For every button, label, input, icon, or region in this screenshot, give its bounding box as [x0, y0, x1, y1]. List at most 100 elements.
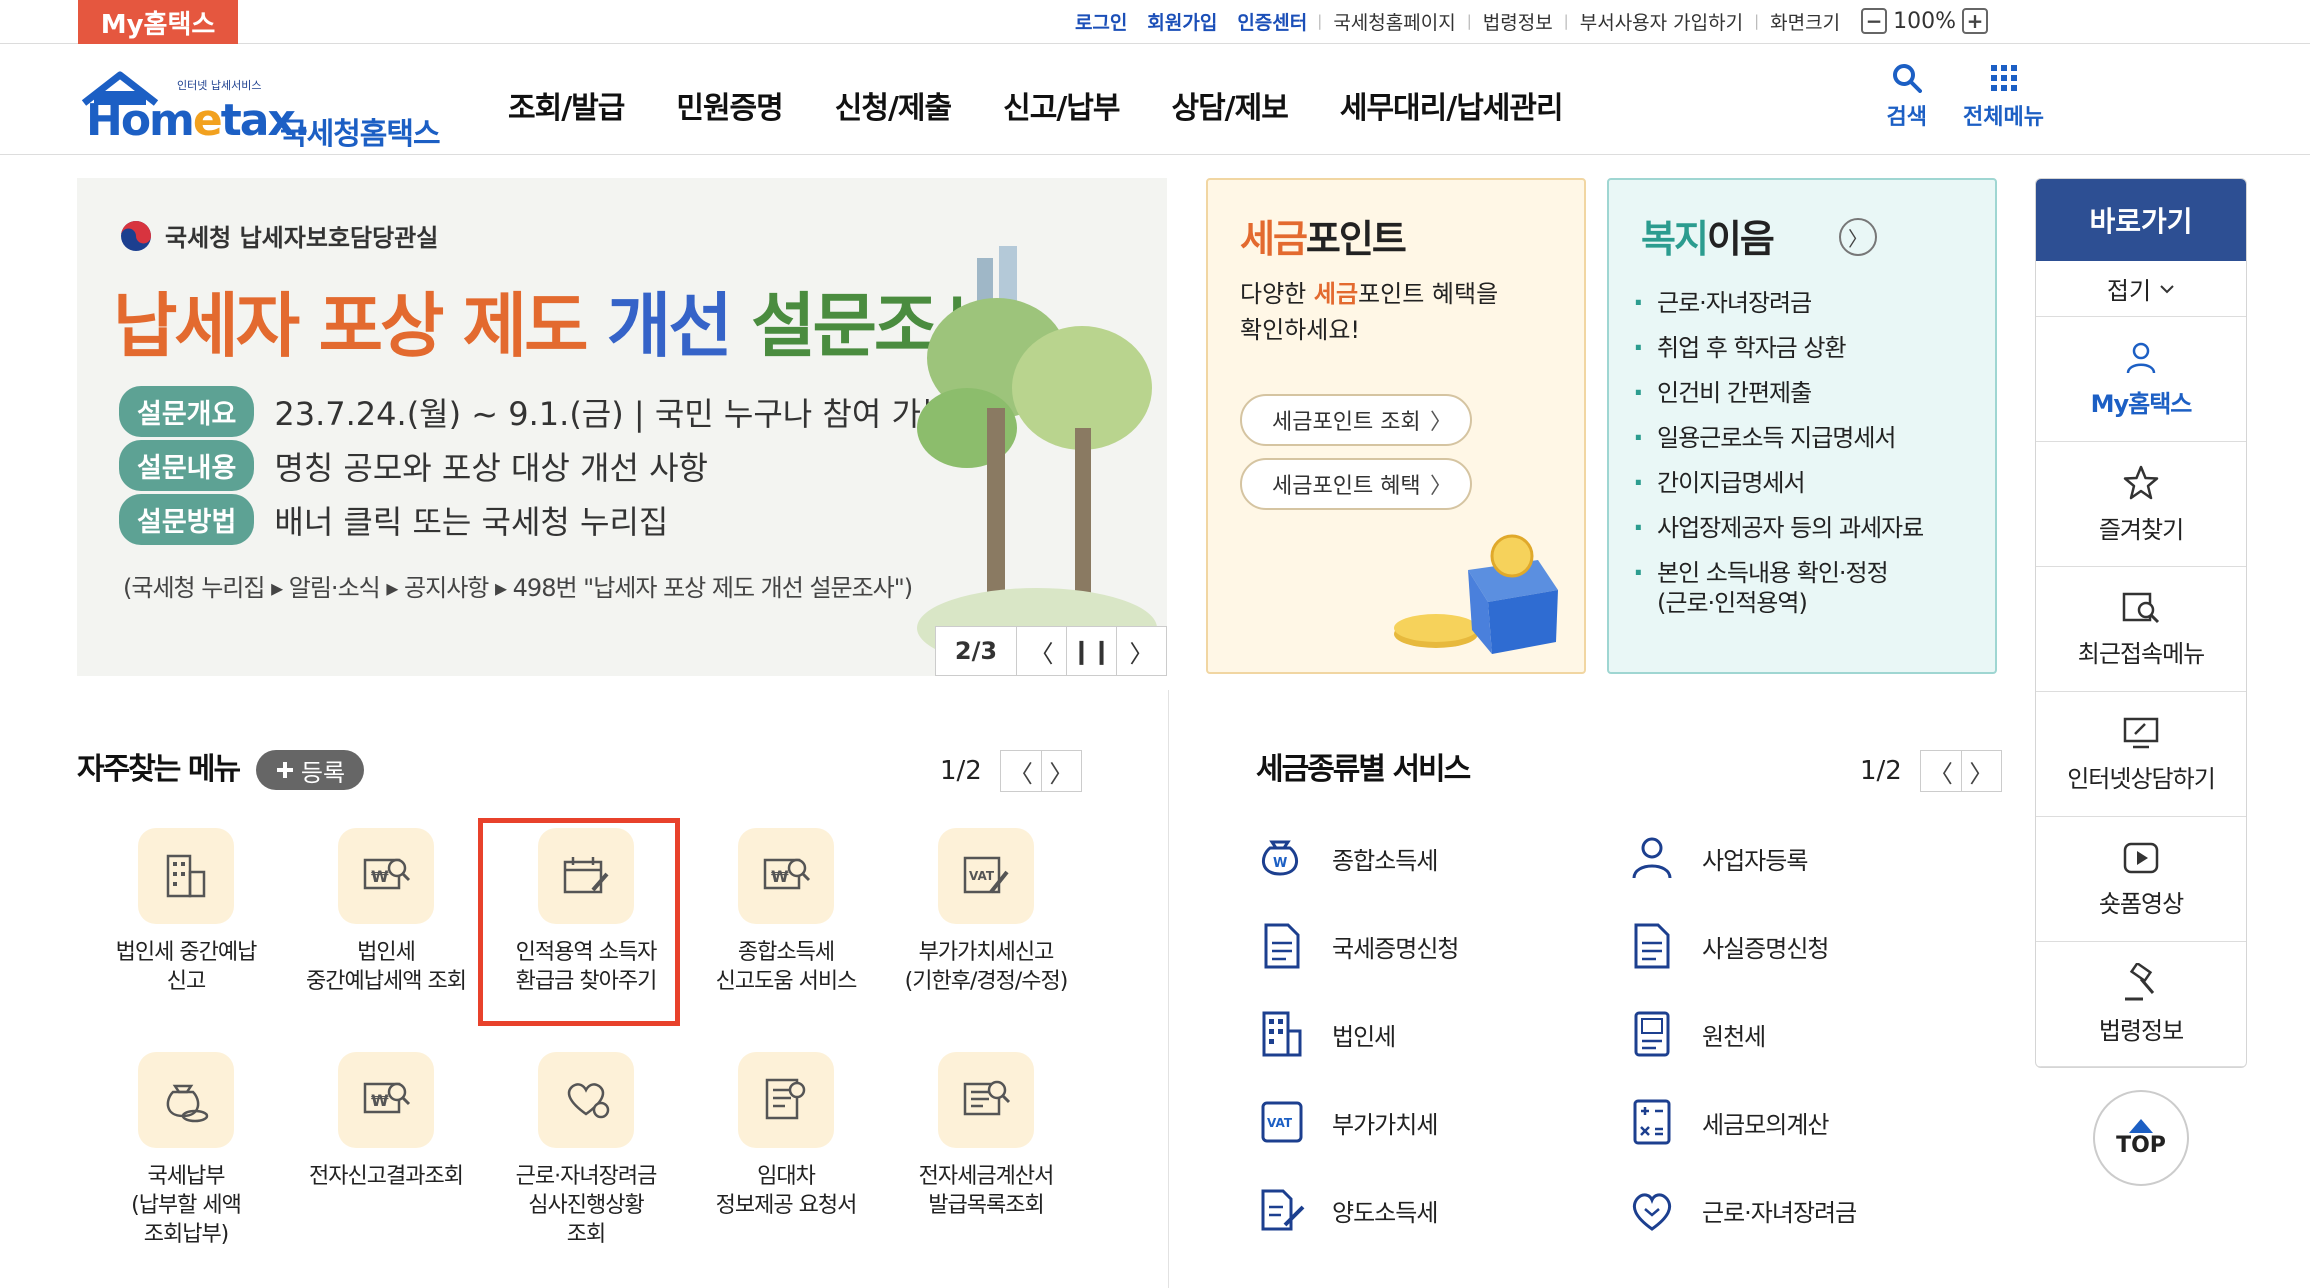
- quick-shortform-video[interactable]: 숏폼영상: [2036, 817, 2246, 942]
- service-withholding-tax[interactable]: 원천세: [1624, 1006, 1964, 1062]
- nav-consult-report[interactable]: 상담/제보: [1171, 83, 1288, 127]
- favorites-page-indicator: 1/2: [940, 756, 982, 786]
- welfare-title: 복지이음: [1641, 217, 1775, 261]
- welfare-item[interactable]: 근로·자녀장려금: [1633, 288, 1923, 318]
- login-link[interactable]: 로그인: [1065, 8, 1137, 35]
- tax-point-card: 세금포인트 다양한 세금포인트 혜택을 확인하세요! 세금포인트 조회 〉 세금포…: [1206, 178, 1586, 674]
- quick-recent-menu[interactable]: 최근접속메뉴: [2036, 567, 2246, 692]
- nav-apply-submit[interactable]: 신청/제출: [835, 83, 952, 127]
- law-info-link[interactable]: 법령정보: [1472, 8, 1564, 35]
- welfare-item[interactable]: 인건비 간편제출: [1633, 378, 1923, 408]
- service-tax-simulation[interactable]: 세금모의계산: [1624, 1094, 1964, 1150]
- favorites-register-button[interactable]: 등록: [256, 750, 364, 790]
- vat-icon: VAT: [1261, 1101, 1303, 1143]
- all-menu-button[interactable]: 전체메뉴: [1963, 63, 2044, 131]
- fav-corp-interim-tax-inquiry[interactable]: ₩ 법인세 중간예납세액 조회: [286, 828, 486, 996]
- nav-tax-agent[interactable]: 세무대리/납세관리: [1340, 83, 1564, 127]
- banner-next-button[interactable]: 〉: [1116, 627, 1166, 675]
- fav-vat-amended-report[interactable]: VAT 부가가치세신고 (기한후/경정/수정): [886, 828, 1086, 996]
- point-box-coins-icon: [1394, 534, 1558, 654]
- zoom-in-button[interactable]: +: [1962, 8, 1988, 34]
- fav-e-invoice-list[interactable]: 전자세금계산서 발급목록조회: [886, 1052, 1086, 1220]
- section-divider: [1168, 690, 1169, 1288]
- my-hometax-tab[interactable]: My홈택스: [78, 0, 238, 44]
- banner-pause-button[interactable]: ❙❙: [1066, 627, 1116, 675]
- nav-inquiry-issue[interactable]: 조회/발급: [508, 83, 625, 127]
- welfare-item[interactable]: 사업장제공자 등의 과세자료: [1633, 513, 1924, 543]
- banner-row-content: 설문내용 명칭 공모와 포상 대상 개선 사항: [119, 440, 708, 491]
- service-tax-certificate[interactable]: 국세증명신청: [1254, 918, 1594, 974]
- favorites-pager: 1/2 〈 〉: [940, 750, 1082, 792]
- plus-icon: [276, 762, 293, 778]
- zoom-out-button[interactable]: −: [1861, 8, 1888, 34]
- fav-national-tax-payment[interactable]: 국세납부 (납부할 세액 조회납부): [86, 1052, 286, 1249]
- tax-services-title: 세금종류별 서비스: [1256, 752, 1471, 787]
- fav-earned-income-credit-status[interactable]: 근로·자녀장려금 심사진행상황 조회: [486, 1052, 686, 1249]
- svg-text:₩: ₩: [371, 867, 389, 886]
- scroll-top-button[interactable]: TOP: [2093, 1090, 2189, 1186]
- service-fact-certificate[interactable]: 사실증명신청: [1624, 918, 1964, 974]
- quick-my-hometax[interactable]: My홈택스: [2036, 317, 2246, 442]
- tax-services-pager: 1/2 〈 〉: [1860, 750, 2002, 792]
- quick-online-consult[interactable]: 인터넷상담하기: [2036, 692, 2246, 817]
- top-utility-bar: My홈택스 로그인 회원가입 인증센터 | 국세청홈페이지 | 법령정보 | 부…: [0, 0, 2310, 44]
- quick-favorites[interactable]: 즐겨찾기: [2036, 442, 2246, 567]
- welfare-item[interactable]: 본인 소득내용 확인·정정 (근로·인적용역): [1633, 558, 1923, 618]
- service-income-tax[interactable]: W 종합소득세: [1254, 830, 1594, 886]
- service-earned-income-credit[interactable]: 근로·자녀장려금: [1624, 1182, 1964, 1238]
- signup-link[interactable]: 회원가입: [1137, 8, 1227, 35]
- logo-subtitle: 인터넷 납세서비스: [177, 79, 262, 92]
- tax-services-next-button[interactable]: 〉: [1960, 751, 2001, 791]
- triangle-up-icon: [2129, 1118, 2153, 1133]
- fav-corp-interim-report[interactable]: 법인세 중간예납 신고: [86, 828, 286, 996]
- receipt-icon: [1634, 1011, 1670, 1057]
- banner-row-overview: 설문개요 23.7.24.(월) ~ 9.1.(금) | 국민 누구나 참여 가능: [119, 386, 950, 437]
- service-vat[interactable]: VAT 부가가치세: [1254, 1094, 1594, 1150]
- utility-links: 로그인 회원가입 인증센터 | 국세청홈페이지 | 법령정보 | 부서사용자 가…: [1065, 0, 1988, 42]
- banner-path-text: (국세청 누리집 ▸ 알림·소식 ▸ 공지사항 ▸ 498번 "납세자 포상 제…: [123, 574, 913, 602]
- welfare-item[interactable]: 일용근로소득 지급명세서: [1633, 423, 1923, 453]
- tax-point-benefit-button[interactable]: 세금포인트 혜택 〉: [1240, 458, 1472, 510]
- nts-homepage-link[interactable]: 국세청홈페이지: [1322, 8, 1466, 35]
- dept-user-signup-link[interactable]: 부서사용자 가입하기: [1569, 8, 1754, 35]
- transfer-doc-icon: [1261, 1189, 1305, 1231]
- banner-page-indicator: 2/3: [954, 637, 998, 665]
- fav-e-filing-result[interactable]: ₩ 전자신고결과조회: [286, 1052, 486, 1191]
- document-icon: [1634, 923, 1670, 969]
- nav-civil-certificate[interactable]: 민원증명: [676, 83, 783, 127]
- fav-lease-info-request[interactable]: 임대차 정보제공 요청서: [686, 1052, 886, 1220]
- favorites-next-button[interactable]: 〉: [1040, 751, 1081, 791]
- favorites-prev-button[interactable]: 〈: [1001, 751, 1041, 791]
- service-corporate-tax[interactable]: 법인세: [1254, 1006, 1594, 1062]
- vat-pen-icon: VAT: [963, 856, 1009, 894]
- quick-fold-button[interactable]: 접기: [2036, 261, 2246, 317]
- welfare-item[interactable]: 간이지급명세서: [1633, 468, 1923, 498]
- zoom-control: − 100% +: [1861, 8, 1988, 34]
- hometax-logo[interactable]: 인터넷 납세서비스 Hometax. 국세청홈택스: [72, 59, 452, 152]
- quick-links-panel: 바로가기 접기 My홈택스 즐겨찾기 최근접속메뉴 인터넷상담하기 숏폼영상 법…: [2035, 178, 2247, 1068]
- service-business-registration[interactable]: 사업자등록: [1624, 830, 1964, 886]
- survey-banner[interactable]: 국세청 납세자보호담당관실 납세자 포상 제도 개선 설문조사 설문개요 23.7…: [77, 178, 1167, 676]
- quick-law-info[interactable]: 법령정보: [2036, 942, 2246, 1067]
- building-icon: [1262, 1011, 1302, 1057]
- welfare-more-button[interactable]: 〉: [1839, 218, 1877, 256]
- banner-prev-button[interactable]: 〈: [1016, 627, 1066, 675]
- tax-point-lookup-button[interactable]: 세금포인트 조회 〉: [1240, 394, 1472, 446]
- service-capital-gains-tax[interactable]: 양도소득세: [1254, 1182, 1594, 1238]
- cert-center-link[interactable]: 인증센터: [1227, 8, 1317, 35]
- banner-controls: 2/3 〈 ❙❙ 〉: [935, 626, 1167, 676]
- tax-services-prev-button[interactable]: 〈: [1921, 751, 1961, 791]
- zoom-value: 100%: [1893, 8, 1956, 34]
- search-button[interactable]: 검색: [1887, 63, 1927, 131]
- banner-org: 국세청 납세자보호담당관실: [119, 218, 438, 253]
- won-search-icon: ₩: [763, 858, 811, 890]
- global-nav: 조회/발급 민원증명 신청/제출 신고/납부 상담/제보 세무대리/납세관리: [508, 83, 1564, 127]
- welfare-card: 복지이음 〉 근로·자녀장려금 취업 후 학자금 상환 인건비 간편제출 일용근…: [1607, 178, 1997, 674]
- welfare-item[interactable]: 취업 후 학자금 상환: [1633, 333, 1923, 363]
- fav-income-tax-help[interactable]: ₩ 종합소득세 신고도움 서비스: [686, 828, 886, 996]
- quick-links-title: 바로가기: [2036, 179, 2246, 261]
- svg-text:₩: ₩: [371, 1091, 389, 1110]
- nav-report-pay[interactable]: 신고/납부: [1003, 83, 1120, 127]
- search-label: 검색: [1886, 105, 1928, 130]
- building-doc-icon: [166, 854, 206, 898]
